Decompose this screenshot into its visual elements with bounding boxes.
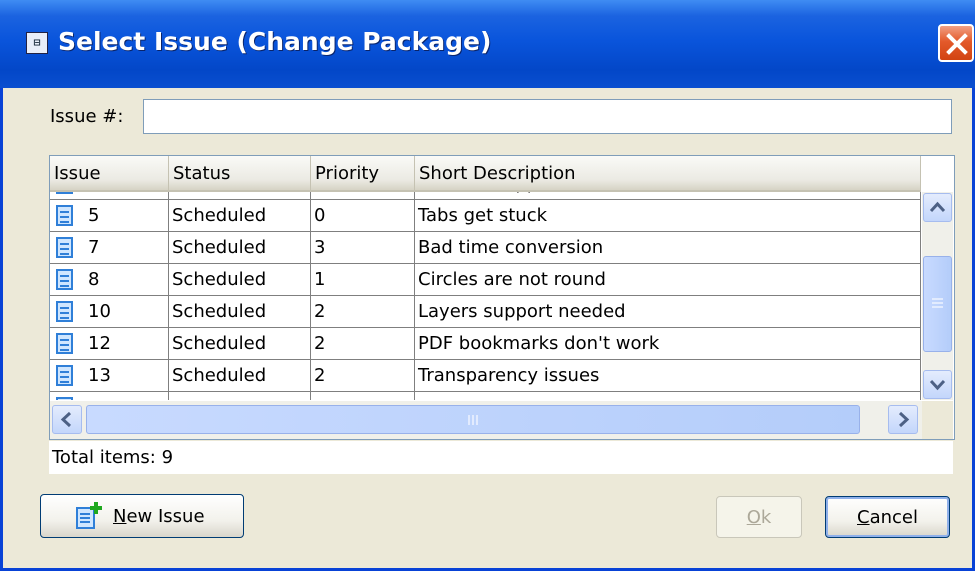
issue-description: Circles are not round xyxy=(415,264,921,296)
issue-id: 5 xyxy=(88,205,100,226)
new-issue-label: New Issue xyxy=(113,506,205,527)
issue-number-input[interactable] xyxy=(143,99,952,134)
issue-description: Layers support needed xyxy=(415,296,921,328)
scroll-up-button[interactable] xyxy=(923,193,952,222)
vertical-scrollbar[interactable] xyxy=(922,192,953,400)
scrollbar-corner xyxy=(922,401,953,439)
issue-id: 13 xyxy=(88,365,111,386)
issue-description: Need to support HTML xyxy=(415,192,921,200)
table-row[interactable]: 4 Scheduled 1 Need to support HTML xyxy=(50,192,921,200)
chevron-up-icon xyxy=(929,201,946,213)
issue-status: Scheduled xyxy=(169,232,311,264)
issue-status: Scheduled xyxy=(169,296,311,328)
table-row[interactable]: 7 Scheduled 3 Bad time conversion xyxy=(50,232,921,264)
close-x-icon xyxy=(946,33,968,55)
issue-description: Transparency issues xyxy=(415,360,921,392)
issue-id: 4 xyxy=(88,192,99,199)
window-title: Select Issue (Change Package) xyxy=(58,27,492,56)
issue-document-icon xyxy=(56,365,73,386)
issue-priority: 1 xyxy=(311,192,415,200)
issue-priority: 0 xyxy=(311,200,415,232)
table-row[interactable]: 13 Scheduled 2 Transparency issues xyxy=(50,360,921,392)
issue-description: Bad time conversion xyxy=(415,232,921,264)
issue-id: 10 xyxy=(88,301,111,322)
scroll-left-button[interactable] xyxy=(52,405,82,434)
issue-table: Issue Status Priority Short Description … xyxy=(49,155,955,440)
issue-document-icon xyxy=(56,237,73,258)
horizontal-scroll-thumb[interactable] xyxy=(86,405,860,434)
select-issue-dialog: ⊟ Select Issue (Change Package) Issue #:… xyxy=(0,0,975,571)
cancel-label: Cancel xyxy=(857,507,918,528)
issue-document-icon xyxy=(56,397,73,400)
issue-number-label: Issue #: xyxy=(50,106,124,127)
issue-document-icon xyxy=(56,333,73,354)
table-rows: 4 Scheduled 1 Need to support HTML 5 Sch… xyxy=(50,192,921,400)
chevron-down-icon xyxy=(929,379,946,391)
issue-priority: 2 xyxy=(311,328,415,360)
cancel-button[interactable]: Cancel xyxy=(825,496,950,538)
issue-document-icon xyxy=(56,269,73,290)
table-row[interactable]: 5 Scheduled 0 Tabs get stuck xyxy=(50,200,921,232)
table-row[interactable]: 12 Scheduled 2 PDF bookmarks don't work xyxy=(50,328,921,360)
window-app-icon: ⊟ xyxy=(26,32,48,54)
issue-id: 8 xyxy=(88,269,100,290)
issue-priority: 1 xyxy=(311,264,415,296)
issue-document-icon xyxy=(56,301,73,322)
total-items-status: Total items: 9 xyxy=(49,441,953,474)
column-header-priority[interactable]: Priority xyxy=(311,156,415,192)
table-row[interactable]: 10 Scheduled 2 Layers support needed xyxy=(50,296,921,328)
issue-priority: 3 xyxy=(311,232,415,264)
table-row[interactable]: 8 Scheduled 1 Circles are not round xyxy=(50,264,921,296)
issue-document-icon xyxy=(56,205,73,226)
title-bar[interactable]: ⊟ Select Issue (Change Package) xyxy=(0,0,975,88)
vertical-scroll-thumb[interactable] xyxy=(923,256,952,352)
issue-status: Scheduled xyxy=(169,360,311,392)
scroll-right-button[interactable] xyxy=(888,405,918,434)
scroll-down-button[interactable] xyxy=(923,370,952,399)
column-header-short-description[interactable]: Short Description xyxy=(415,156,921,192)
issue-description: PDF bookmarks don't work xyxy=(415,328,921,360)
new-issue-button[interactable]: New Issue xyxy=(40,494,244,538)
issue-priority: 2 xyxy=(311,296,415,328)
grip-icon xyxy=(468,415,478,425)
issue-id: 7 xyxy=(88,237,100,258)
issue-status: Scheduled xyxy=(169,264,311,296)
column-header-status[interactable]: Status xyxy=(169,156,311,192)
issue-status: Scheduled xyxy=(169,200,311,232)
ok-button[interactable]: Ok xyxy=(716,496,802,538)
new-issue-icon xyxy=(76,502,102,529)
issue-priority: 2 xyxy=(311,360,415,392)
chevron-left-icon xyxy=(60,411,72,428)
column-header-issue[interactable]: Issue xyxy=(50,156,169,192)
issue-description: Tabs get stuck xyxy=(415,200,921,232)
chevron-right-icon xyxy=(898,411,910,428)
horizontal-scrollbar[interactable] xyxy=(50,401,922,439)
close-button[interactable] xyxy=(938,24,974,62)
issue-document-icon xyxy=(56,192,73,194)
issue-status: Scheduled xyxy=(169,192,311,200)
table-row[interactable] xyxy=(50,392,921,400)
issue-id: 12 xyxy=(88,333,111,354)
issue-status: Scheduled xyxy=(169,328,311,360)
ok-label: Ok xyxy=(746,507,772,528)
grip-icon xyxy=(932,298,943,308)
